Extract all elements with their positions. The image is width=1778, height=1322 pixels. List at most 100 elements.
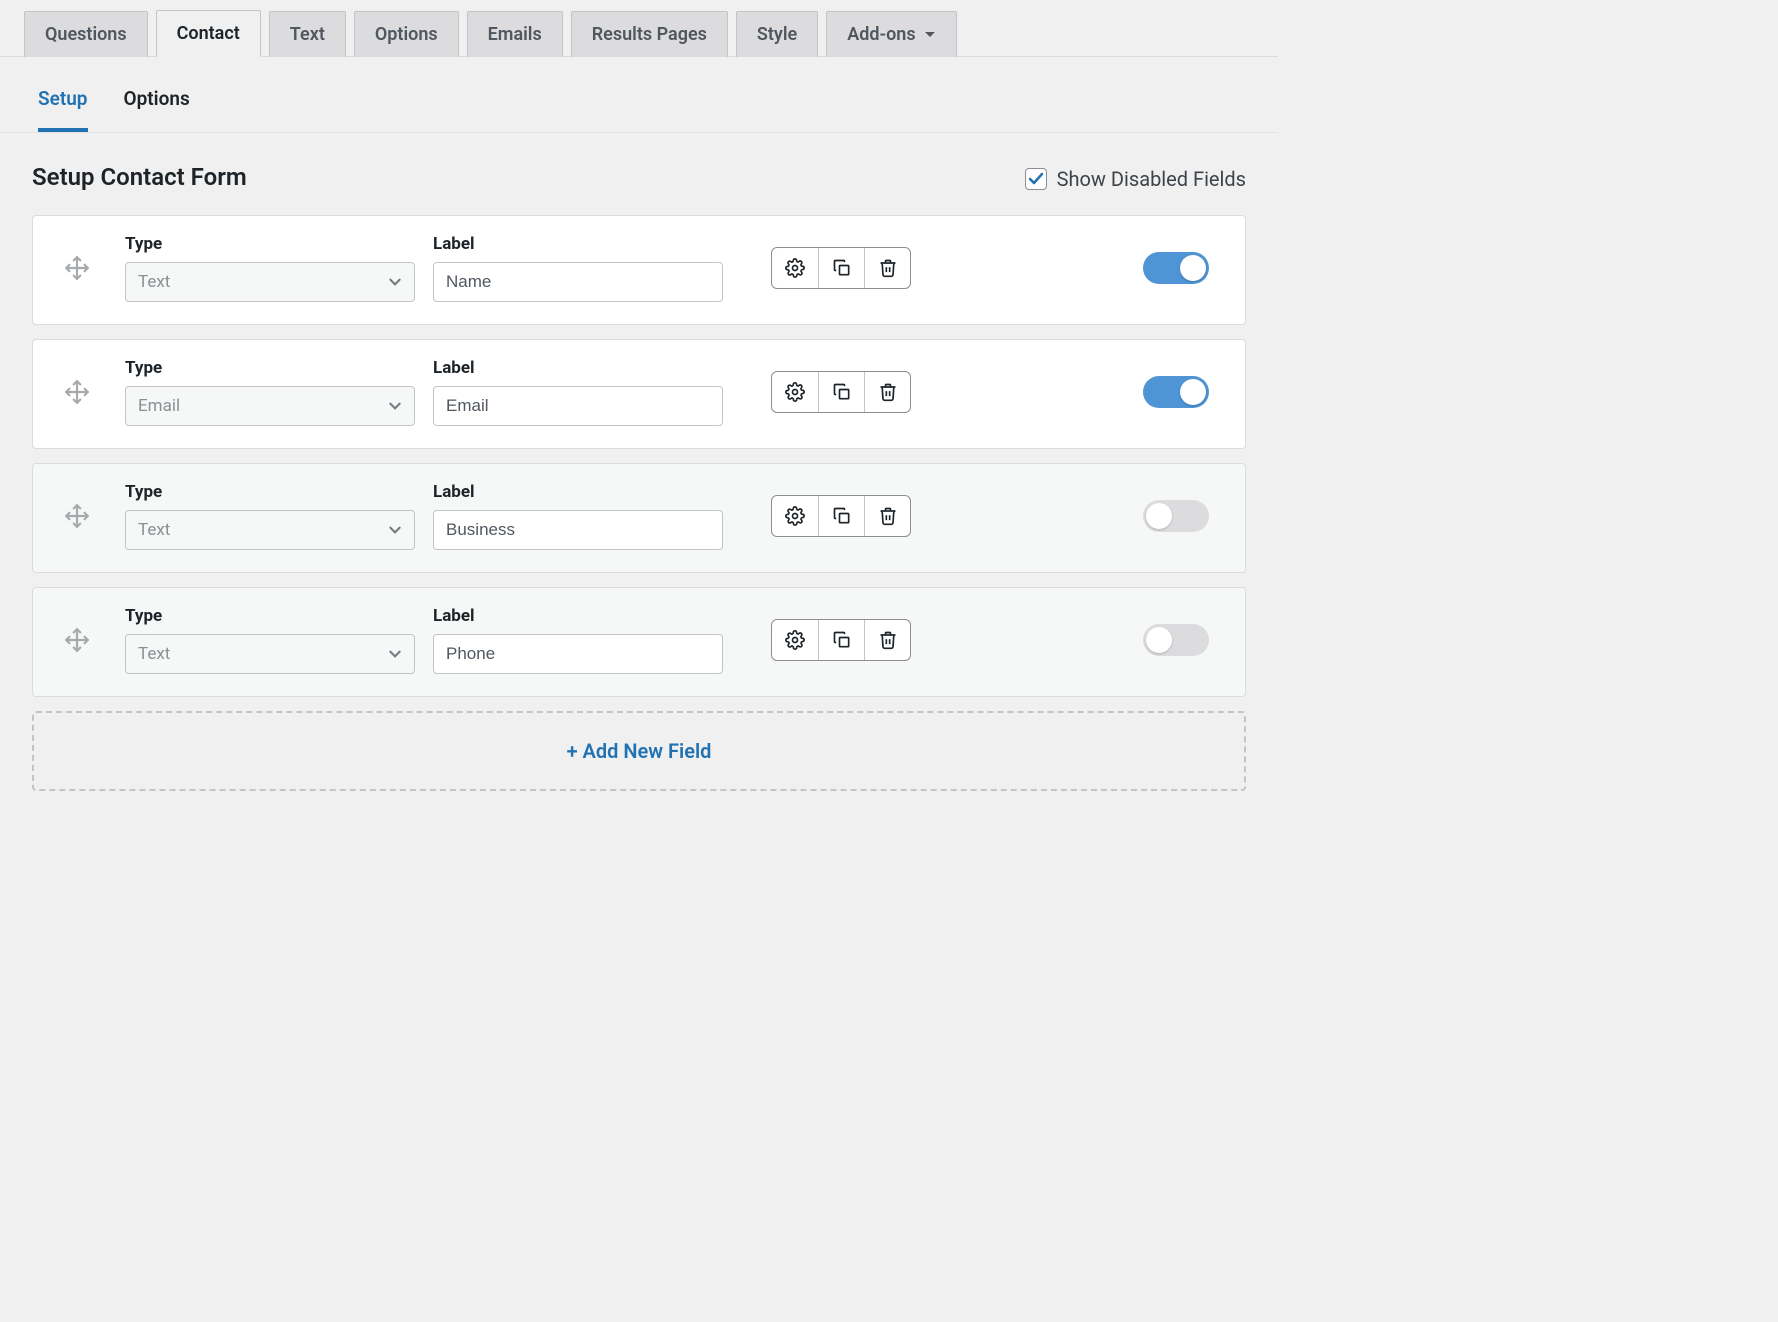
toggle-column <box>1109 376 1209 408</box>
drag-handle-icon[interactable] <box>47 503 107 529</box>
trash-icon <box>878 506 898 526</box>
contact-form-settings: Questions Contact Text Options Emails Re… <box>0 0 1278 831</box>
type-select[interactable]: Text <box>125 634 415 674</box>
toggle-knob <box>1146 627 1172 653</box>
action-group <box>771 247 911 289</box>
settings-button[interactable] <box>772 372 818 412</box>
page-title: Setup Contact Form <box>32 163 247 191</box>
header-row: Setup Contact Form Show Disabled Fields <box>32 163 1246 191</box>
label-column: Label <box>433 234 723 302</box>
drag-handle-icon[interactable] <box>47 379 107 405</box>
subtab-setup[interactable]: Setup <box>38 87 88 132</box>
duplicate-button[interactable] <box>818 372 864 412</box>
type-select[interactable]: Text <box>125 510 415 550</box>
field-row: Type Text Label <box>32 215 1246 325</box>
toggle-knob <box>1180 255 1206 281</box>
tab-style[interactable]: Style <box>736 11 818 57</box>
type-select-value: Text <box>138 272 170 292</box>
tab-emails[interactable]: Emails <box>467 11 563 57</box>
sub-tabs: Setup Options <box>0 57 1278 133</box>
drag-handle-icon[interactable] <box>47 627 107 653</box>
type-label: Type <box>125 358 415 378</box>
gear-icon <box>785 506 805 526</box>
type-select[interactable]: Text <box>125 262 415 302</box>
toggle-knob <box>1146 503 1172 529</box>
trash-icon <box>878 382 898 402</box>
toggle-column <box>1109 500 1209 532</box>
top-tabs: Questions Contact Text Options Emails Re… <box>0 0 1278 57</box>
chevron-down-icon <box>388 647 402 661</box>
delete-button[interactable] <box>864 620 910 660</box>
add-new-field-button[interactable]: + Add New Field <box>32 711 1246 791</box>
label-input[interactable] <box>433 262 723 302</box>
chevron-down-icon <box>388 275 402 289</box>
copy-icon <box>832 630 852 650</box>
delete-button[interactable] <box>864 496 910 536</box>
type-column: Type Text <box>125 234 415 302</box>
type-column: Type Text <box>125 606 415 674</box>
tab-text[interactable]: Text <box>269 11 346 57</box>
duplicate-button[interactable] <box>818 620 864 660</box>
row-actions <box>741 371 1091 413</box>
enable-toggle[interactable] <box>1143 624 1209 656</box>
drag-handle-icon[interactable] <box>47 255 107 281</box>
toggle-column <box>1109 252 1209 284</box>
copy-icon <box>832 258 852 278</box>
row-actions <box>741 495 1091 537</box>
type-select-value: Text <box>138 644 170 664</box>
label-column: Label <box>433 482 723 550</box>
label-label: Label <box>433 358 723 378</box>
duplicate-button[interactable] <box>818 248 864 288</box>
show-disabled-checkbox[interactable] <box>1025 168 1047 190</box>
label-label: Label <box>433 234 723 254</box>
content-area: Setup Contact Form Show Disabled Fields … <box>0 133 1278 831</box>
row-actions <box>741 247 1091 289</box>
subtab-options[interactable]: Options <box>124 87 190 132</box>
row-actions <box>741 619 1091 661</box>
chevron-down-icon <box>924 29 936 41</box>
tab-contact[interactable]: Contact <box>156 10 261 57</box>
label-label: Label <box>433 606 723 626</box>
tab-options[interactable]: Options <box>354 11 459 57</box>
trash-icon <box>878 630 898 650</box>
chevron-down-icon <box>388 523 402 537</box>
enable-toggle[interactable] <box>1143 252 1209 284</box>
gear-icon <box>785 258 805 278</box>
label-column: Label <box>433 358 723 426</box>
copy-icon <box>832 506 852 526</box>
settings-button[interactable] <box>772 248 818 288</box>
tab-addons[interactable]: Add-ons <box>826 11 956 57</box>
show-disabled-fields[interactable]: Show Disabled Fields <box>1025 167 1246 191</box>
type-select-value: Text <box>138 520 170 540</box>
label-column: Label <box>433 606 723 674</box>
action-group <box>771 619 911 661</box>
duplicate-button[interactable] <box>818 496 864 536</box>
tab-questions[interactable]: Questions <box>24 11 148 57</box>
type-label: Type <box>125 482 415 502</box>
type-select[interactable]: Email <box>125 386 415 426</box>
toggle-knob <box>1180 379 1206 405</box>
gear-icon <box>785 382 805 402</box>
action-group <box>771 371 911 413</box>
type-column: Type Text <box>125 482 415 550</box>
copy-icon <box>832 382 852 402</box>
type-label: Type <box>125 606 415 626</box>
settings-button[interactable] <box>772 620 818 660</box>
trash-icon <box>878 258 898 278</box>
enable-toggle[interactable] <box>1143 376 1209 408</box>
enable-toggle[interactable] <box>1143 500 1209 532</box>
field-row: Type Email Label <box>32 339 1246 449</box>
type-label: Type <box>125 234 415 254</box>
tab-results-pages[interactable]: Results Pages <box>571 11 728 57</box>
label-input[interactable] <box>433 510 723 550</box>
action-group <box>771 495 911 537</box>
chevron-down-icon <box>388 399 402 413</box>
show-disabled-label: Show Disabled Fields <box>1057 167 1246 191</box>
settings-button[interactable] <box>772 496 818 536</box>
field-row: Type Text Label <box>32 587 1246 697</box>
label-input[interactable] <box>433 634 723 674</box>
field-row: Type Text Label <box>32 463 1246 573</box>
delete-button[interactable] <box>864 248 910 288</box>
label-input[interactable] <box>433 386 723 426</box>
delete-button[interactable] <box>864 372 910 412</box>
